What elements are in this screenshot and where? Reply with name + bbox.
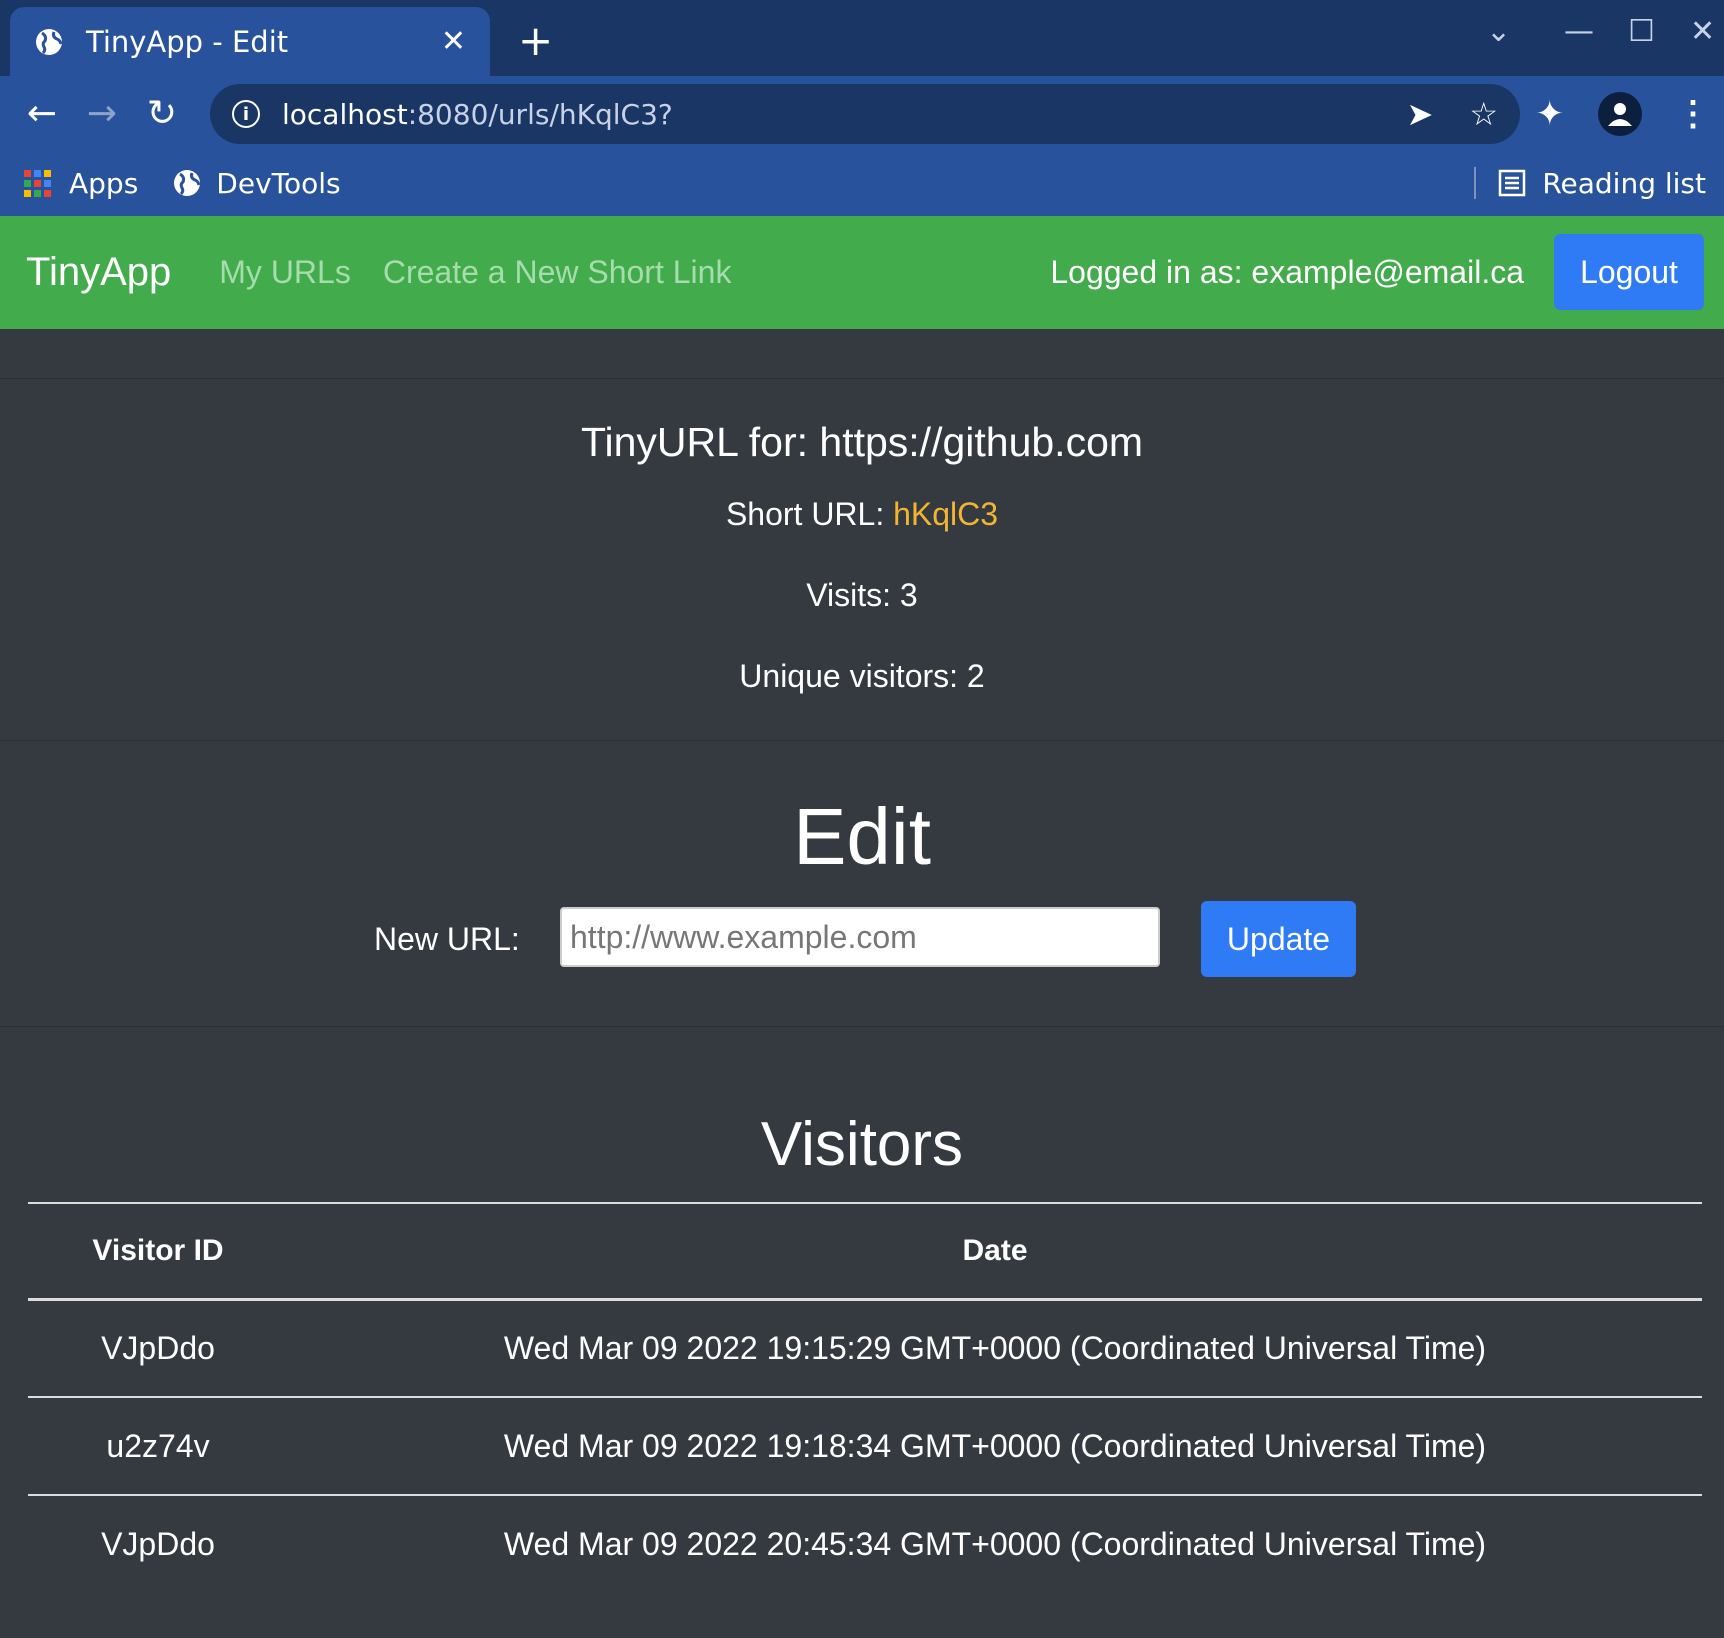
logged-in-status: Logged in as: example@email.ca <box>1050 254 1524 290</box>
visit-date-cell: Wed Mar 09 2022 20:45:34 GMT+0000 (Coord… <box>503 1526 1487 1562</box>
site-info-icon[interactable]: i <box>232 100 260 128</box>
reading-list-icon <box>1499 169 1526 197</box>
reload-icon[interactable]: ↻ <box>132 83 192 143</box>
back-icon[interactable]: ← <box>12 83 72 143</box>
visitor-id-cell: VJpDdo <box>28 1299 288 1398</box>
menu-kebab-icon[interactable]: ⋮ <box>1676 94 1710 134</box>
person-icon <box>1608 103 1632 126</box>
new-url-input[interactable] <box>560 907 1160 967</box>
forward-icon[interactable]: → <box>72 83 132 143</box>
visitors-title: Visitors <box>760 1110 964 1179</box>
tab-strip: TinyApp - Edit ✕ + ⌄ — ☐ ✕ <box>0 0 1724 76</box>
short-url-link[interactable]: hKqlC3 <box>893 496 998 532</box>
browser-tab[interactable]: TinyApp - Edit ✕ <box>10 7 490 76</box>
profile-avatar-icon[interactable] <box>1598 92 1642 136</box>
tab-title: TinyApp - Edit <box>86 24 289 59</box>
visits-count: Visits: 3 <box>806 577 918 613</box>
table-header-row: Visitor ID Date <box>28 1202 1702 1301</box>
column-header-visitor-id: Visitor ID <box>28 1202 288 1301</box>
edit-form: New URL: Update <box>0 901 1724 977</box>
tab-search-icon[interactable]: ⌄ <box>1486 14 1511 49</box>
app-navbar: TinyApp My URLs Create a New Short Link … <box>0 216 1724 329</box>
reading-list-label: Reading list <box>1542 166 1706 200</box>
visitor-id-cell: VJpDdo <box>101 1526 215 1562</box>
tab-close-icon[interactable]: ✕ <box>441 24 466 59</box>
table-row: u2z74v Wed Mar 09 2022 19:18:34 GMT+0000… <box>28 1397 1702 1496</box>
new-url-label: New URL: <box>374 921 520 957</box>
bookmark-label: DevTools <box>216 166 341 200</box>
browser-toolbar: ← → ↻ i localhost:8080/urls/hKqlC3? ➤ ☆ … <box>0 76 1724 150</box>
unique-visitors-count: Unique visitors: 2 <box>739 658 985 694</box>
browser-chrome: TinyApp - Edit ✕ + ⌄ — ☐ ✕ ← → ↻ i local… <box>0 0 1724 216</box>
bookmark-label: Apps <box>69 166 139 200</box>
maximize-icon[interactable]: ☐ <box>1628 14 1655 49</box>
url-path: :8080/urls/hKqlC3? <box>407 97 673 131</box>
edit-section: Edit New URL: Update <box>0 741 1724 1027</box>
globe-icon <box>174 170 201 196</box>
table-row: VJpDdo Wed Mar 09 2022 19:15:29 GMT+0000… <box>28 1299 1702 1398</box>
short-url-line: Short URL: hKqlC3 <box>0 496 1724 533</box>
bookmark-devtools[interactable]: DevTools <box>172 166 341 200</box>
table-row: VJpDdo Wed Mar 09 2022 20:45:34 GMT+0000… <box>28 1495 1702 1593</box>
brand-link[interactable]: TinyApp <box>26 250 171 295</box>
column-header-date: Date <box>288 1202 1702 1301</box>
send-icon[interactable]: ➤ <box>1407 95 1434 133</box>
update-button[interactable]: Update <box>1201 901 1356 977</box>
new-tab-icon[interactable]: + <box>518 16 553 65</box>
short-url-label: Short URL: <box>725 496 894 532</box>
visitors-section: Visitors Visitor ID Date VJpDdo Wed Mar … <box>0 1027 1724 1593</box>
edit-title: Edit <box>793 792 931 881</box>
url-host: localhost <box>282 97 408 131</box>
bookmark-apps[interactable]: Apps <box>24 167 138 200</box>
card-header <box>0 329 1724 379</box>
divider <box>1474 167 1477 199</box>
tinyurl-heading: TinyURL for: https://github.com <box>580 419 1144 465</box>
minimize-icon[interactable]: — <box>1564 14 1594 49</box>
nav-create-link[interactable]: Create a New Short Link <box>383 254 732 291</box>
visitor-id-cell: u2z74v <box>28 1397 288 1496</box>
apps-grid-icon <box>24 169 51 197</box>
visit-date-cell: Wed Mar 09 2022 19:15:29 GMT+0000 (Coord… <box>288 1299 1702 1398</box>
globe-icon <box>36 28 63 55</box>
nav-my-urls[interactable]: My URLs <box>219 254 351 291</box>
bookmarks-bar: Apps DevTools Reading list <box>0 150 1724 216</box>
visitors-table: Visitor ID Date VJpDdo Wed Mar 09 2022 1… <box>28 1202 1702 1593</box>
bookmark-star-icon[interactable]: ☆ <box>1469 95 1498 133</box>
visit-date-cell: Wed Mar 09 2022 19:18:34 GMT+0000 (Coord… <box>288 1397 1702 1496</box>
url-info-card: TinyURL for: https://github.com Short UR… <box>0 379 1724 741</box>
logout-button[interactable]: Logout <box>1554 234 1704 310</box>
extensions-icon[interactable]: ✦ <box>1536 94 1565 134</box>
window-close-icon[interactable]: ✕ <box>1690 14 1715 49</box>
address-bar[interactable]: i localhost:8080/urls/hKqlC3? ➤ ☆ <box>210 84 1520 144</box>
reading-list-button[interactable]: Reading list <box>1474 150 1706 216</box>
